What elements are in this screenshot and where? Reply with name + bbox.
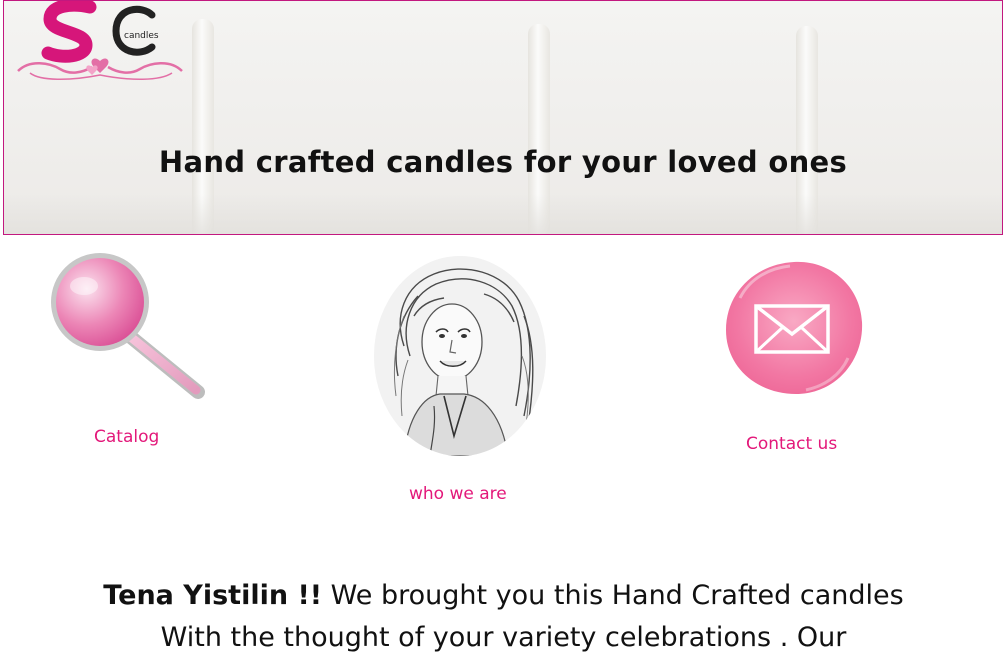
logo-icon: candles [17,1,183,81]
hero-title: Hand crafted candles for your loved ones [158,145,848,180]
site-logo[interactable]: candles [10,1,190,86]
who-we-are-link[interactable]: who we are [409,484,507,504]
contact-us-link[interactable]: Contact us [746,434,837,454]
portrait-avatar[interactable] [374,256,546,456]
intro-line-1-text: We brought you this Hand Crafted candles [322,580,904,611]
page: candles Hand crafted candles for your lo… [0,0,1007,654]
hero-background [4,194,1002,234]
intro-text: Tena Yistilin !! We brought you this Han… [0,575,1007,654]
hero-banner: candles Hand crafted candles for your lo… [3,0,1003,235]
logo-text: candles [124,31,159,41]
magnifier-icon[interactable] [48,252,208,402]
intro-greeting: Tena Yistilin !! [103,580,323,611]
envelope-icon[interactable] [720,258,868,398]
intro-line-2: With the thought of your variety celebra… [160,622,847,653]
catalog-link[interactable]: Catalog [94,427,159,447]
portrait-image [374,256,546,456]
intro-line-1: Tena Yistilin !! We brought you this Han… [0,575,1007,617]
